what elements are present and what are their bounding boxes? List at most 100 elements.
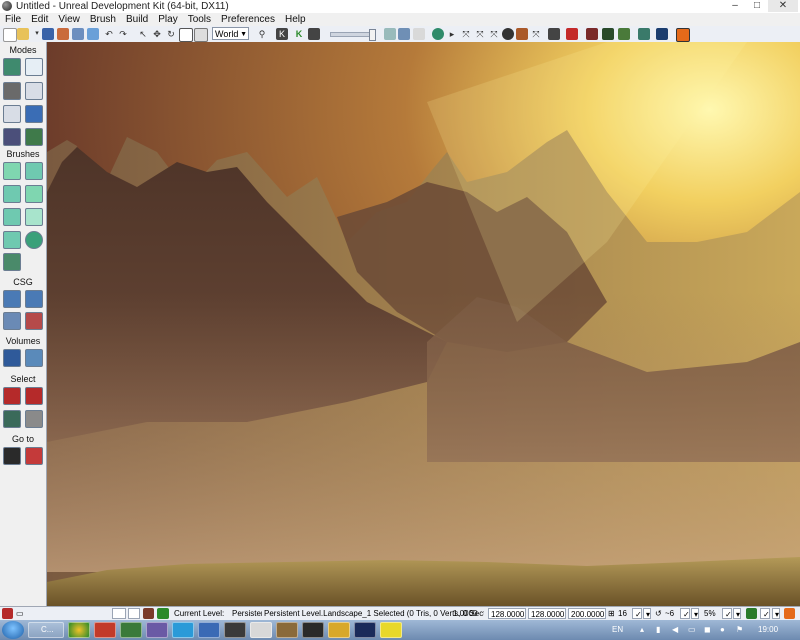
autosave-checkbox[interactable]: ✓ bbox=[760, 608, 770, 619]
camera-speed-slider[interactable] bbox=[330, 29, 376, 41]
content-icon[interactable] bbox=[72, 28, 84, 40]
menu-preferences[interactable]: Preferences bbox=[216, 13, 280, 26]
current-level-value[interactable]: Persistent Le bbox=[232, 608, 262, 620]
find-icon[interactable]: ⚲ bbox=[256, 28, 268, 40]
rotation-snap-checkbox[interactable]: ✓ bbox=[680, 608, 690, 619]
perspective-viewport[interactable] bbox=[47, 42, 800, 606]
minion-icon[interactable] bbox=[380, 622, 402, 638]
app-green-icon[interactable] bbox=[120, 622, 142, 638]
slider-knob[interactable] bbox=[369, 29, 376, 41]
rotation-dropdown[interactable]: ▾ bbox=[691, 608, 699, 619]
csg-add-icon[interactable] bbox=[3, 290, 21, 308]
window-icon[interactable] bbox=[250, 622, 272, 638]
command-icon[interactable]: ▭ bbox=[16, 608, 26, 620]
matinee-icon[interactable] bbox=[566, 28, 578, 40]
menu-brush[interactable]: Brush bbox=[85, 13, 121, 26]
network-icon[interactable]: ▮ bbox=[656, 620, 668, 640]
folder-icon[interactable] bbox=[276, 622, 298, 638]
scale-icon[interactable] bbox=[179, 28, 193, 42]
save-icon[interactable] bbox=[42, 28, 54, 40]
menu-play[interactable]: Play bbox=[153, 13, 182, 26]
terrain-mode-icon[interactable] bbox=[3, 82, 21, 100]
play-in-editor-icon[interactable] bbox=[516, 28, 528, 40]
menu-file[interactable]: File bbox=[0, 13, 26, 26]
cube-brush-icon[interactable] bbox=[3, 162, 21, 180]
coordinate-system-dropdown[interactable]: World ▼ bbox=[212, 27, 249, 40]
y-coordinate-field[interactable]: 128.0000 bbox=[528, 608, 566, 619]
build-all-icon[interactable]: ⤧ bbox=[488, 28, 500, 40]
chrome-icon[interactable] bbox=[68, 622, 90, 638]
levels-icon[interactable] bbox=[87, 28, 99, 40]
autosave-icon[interactable] bbox=[746, 608, 757, 619]
cascade-icon[interactable] bbox=[586, 28, 598, 40]
cover-icon[interactable]: ⤧ bbox=[474, 28, 486, 40]
minimize-button[interactable]: – bbox=[724, 0, 746, 12]
knowledge-icon[interactable]: K bbox=[293, 28, 305, 40]
menu-help[interactable]: Help bbox=[280, 13, 311, 26]
undo-icon[interactable]: ↶ bbox=[103, 28, 115, 40]
linear-stair-icon[interactable] bbox=[3, 208, 21, 226]
stop-icon[interactable] bbox=[676, 28, 690, 42]
app-yellow-icon[interactable] bbox=[328, 622, 350, 638]
selection-lock-icon[interactable] bbox=[128, 608, 140, 619]
foliage-mode-icon[interactable] bbox=[25, 128, 43, 146]
texture-align-icon[interactable] bbox=[25, 82, 43, 100]
csg-deintersect-icon[interactable] bbox=[25, 312, 43, 330]
autosave-dropdown[interactable]: ▾ bbox=[772, 608, 780, 619]
open-icon[interactable] bbox=[17, 28, 29, 40]
chat-icon[interactable]: ◼ bbox=[704, 620, 716, 640]
unity-icon[interactable] bbox=[224, 622, 246, 638]
paths-icon[interactable]: ⤧ bbox=[460, 28, 472, 40]
geometry-mode-icon[interactable] bbox=[25, 58, 43, 76]
view-icon[interactable] bbox=[384, 28, 396, 40]
clock[interactable]: 19:00 bbox=[758, 620, 778, 640]
monitor-icon[interactable] bbox=[638, 28, 650, 40]
console-icon[interactable] bbox=[548, 28, 560, 40]
static-mesh-icon[interactable] bbox=[3, 128, 21, 146]
curved-stair-icon[interactable] bbox=[25, 185, 43, 203]
kismet-icon[interactable]: K bbox=[276, 28, 288, 40]
new-icon[interactable] bbox=[3, 28, 17, 42]
battery-icon[interactable]: ▭ bbox=[688, 620, 700, 640]
sheet-brush-icon[interactable] bbox=[25, 208, 43, 226]
kismet-status-icon[interactable] bbox=[143, 608, 154, 619]
maximize-button[interactable]: □ bbox=[746, 0, 768, 12]
content-browser-icon[interactable] bbox=[308, 28, 320, 40]
start-button[interactable] bbox=[2, 621, 24, 639]
menu-view[interactable]: View bbox=[53, 13, 85, 26]
z-coordinate-field[interactable]: 200.0000 bbox=[568, 608, 606, 619]
redo-icon[interactable]: ↷ bbox=[117, 28, 129, 40]
translate-icon[interactable]: ✥ bbox=[151, 28, 163, 40]
spiral-stair-icon[interactable] bbox=[3, 231, 21, 249]
scale-snap-checkbox[interactable]: ✓ bbox=[722, 608, 732, 619]
realtime-icon[interactable] bbox=[398, 28, 410, 40]
update-icon[interactable]: ● bbox=[720, 620, 732, 640]
log-icon[interactable] bbox=[2, 608, 13, 619]
close-button[interactable]: ✕ bbox=[768, 0, 798, 12]
grid-snap-checkbox[interactable]: ✓ bbox=[632, 608, 642, 619]
goto-builder-brush-icon[interactable] bbox=[25, 447, 43, 465]
sphere-brush-icon[interactable] bbox=[25, 231, 43, 249]
csg-subtract-icon[interactable] bbox=[25, 290, 43, 308]
taskbar-app-unreal[interactable]: C... bbox=[28, 622, 64, 638]
animset-icon[interactable] bbox=[618, 28, 630, 40]
scale-dropdown[interactable]: ▾ bbox=[733, 608, 741, 619]
invert-selection-icon[interactable] bbox=[3, 410, 21, 428]
skype-icon[interactable] bbox=[172, 622, 194, 638]
add-volume-icon[interactable] bbox=[3, 349, 21, 367]
camera-mode-icon[interactable] bbox=[3, 58, 21, 76]
goto-actor-icon[interactable] bbox=[3, 447, 21, 465]
photoshop-icon[interactable] bbox=[354, 622, 376, 638]
language-indicator[interactable]: EN bbox=[612, 620, 623, 640]
save-all-icon[interactable] bbox=[57, 28, 69, 40]
viewport-lock-icon[interactable] bbox=[112, 608, 126, 619]
select-icon[interactable]: ↖ bbox=[137, 28, 149, 40]
explorer-icon[interactable] bbox=[198, 622, 220, 638]
grid-dropdown[interactable]: ▾ bbox=[643, 608, 651, 619]
x-coordinate-field[interactable]: 128.0000 bbox=[488, 608, 526, 619]
cylinder-brush-icon[interactable] bbox=[3, 185, 21, 203]
flag-icon[interactable]: ⚑ bbox=[736, 620, 746, 640]
volume-list-icon[interactable] bbox=[25, 349, 43, 367]
lighting-icon[interactable]: ▸ bbox=[446, 28, 458, 40]
cone-brush-icon[interactable] bbox=[25, 162, 43, 180]
